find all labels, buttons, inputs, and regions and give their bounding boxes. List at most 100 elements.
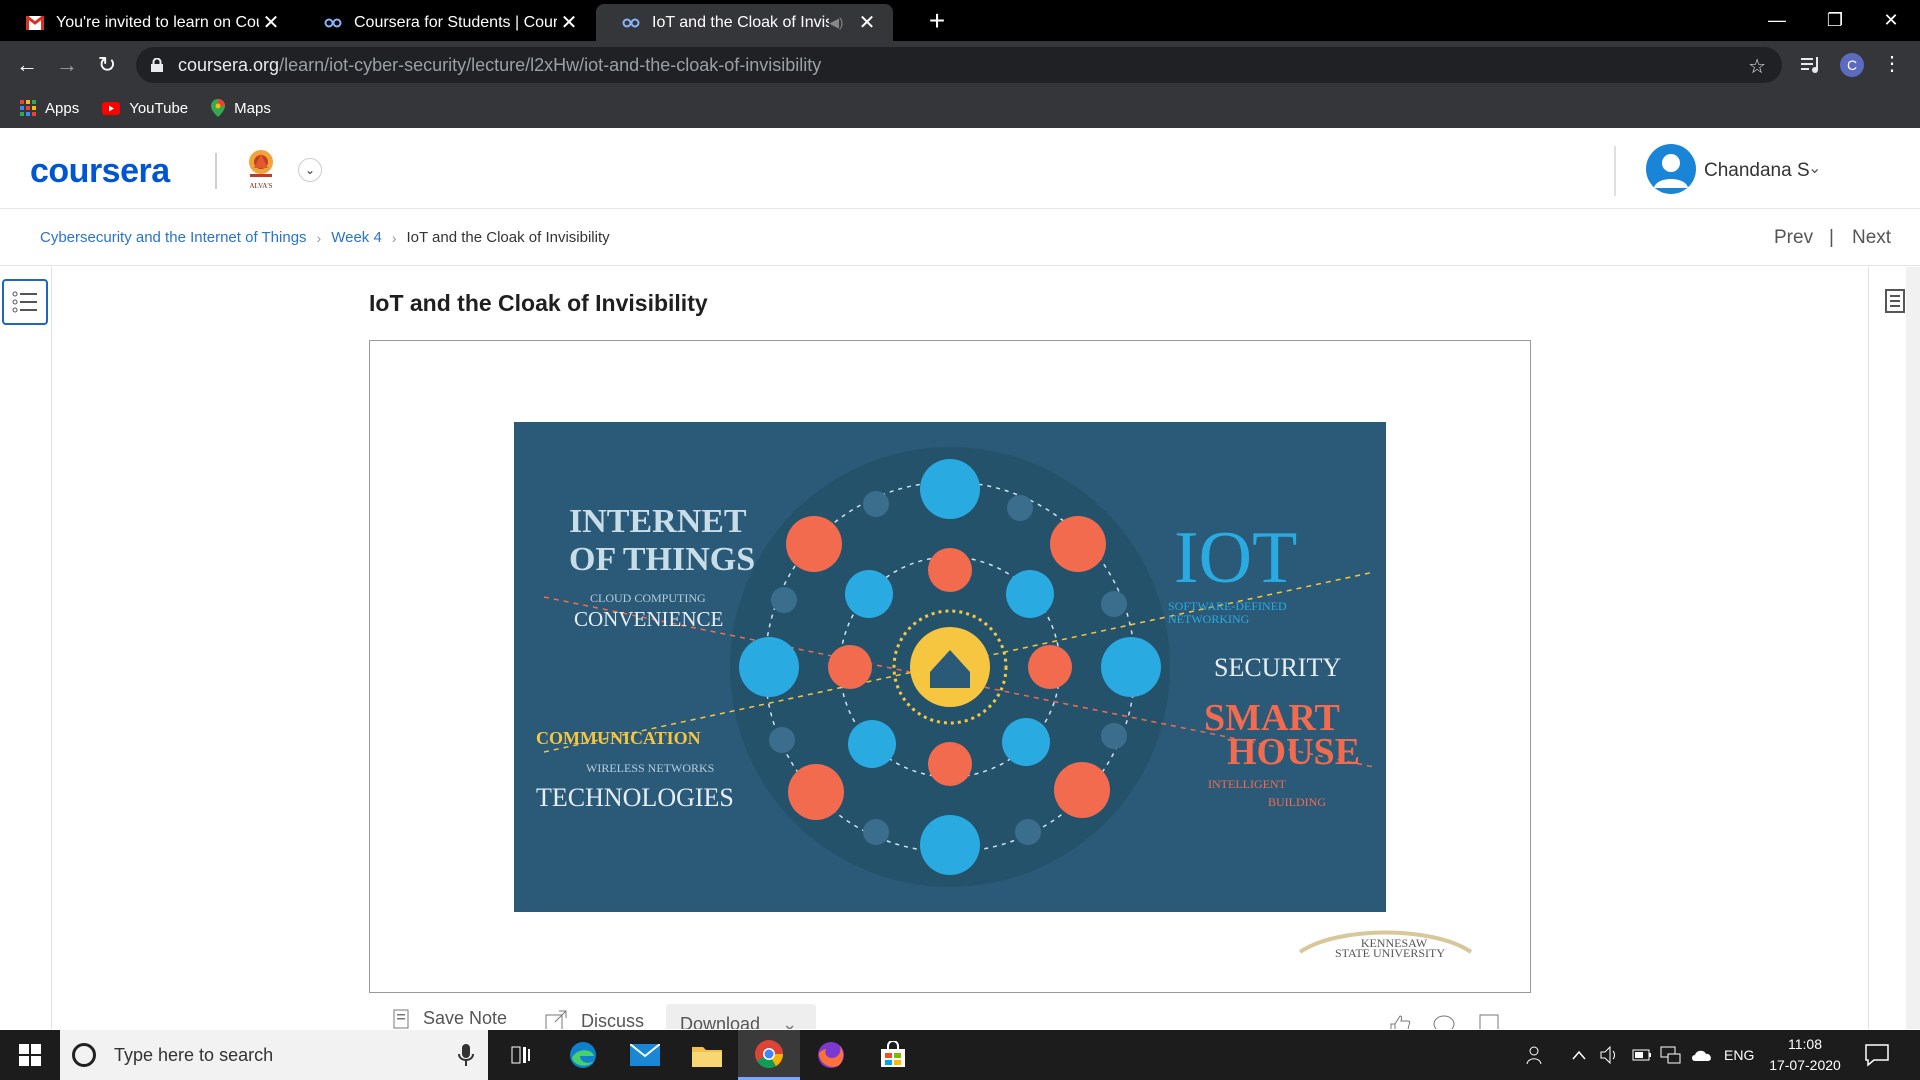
comment-icon[interactable] — [1433, 1014, 1455, 1029]
breadcrumb-course-link[interactable]: Cybersecurity and the Internet of Things — [40, 229, 307, 246]
slide-heading-internet: INTERNET — [569, 503, 747, 540]
bookmark-star-icon[interactable]: ☆ — [1748, 54, 1766, 79]
browser-tab-strip: You're invited to learn on Coursera ✕ Co… — [0, 0, 1920, 41]
windows-logo-icon — [19, 1044, 41, 1066]
close-tab-icon[interactable]: ✕ — [855, 11, 879, 35]
reload-icon[interactable]: ↻ — [92, 50, 122, 80]
back-icon[interactable]: ← — [12, 50, 42, 80]
discuss-button[interactable]: Discuss — [545, 1010, 644, 1029]
onedrive-cloud-icon[interactable] — [1690, 1030, 1714, 1080]
alvas-logo-icon[interactable]: ALVA'S — [240, 146, 282, 192]
watermark-line-2: STATE UNIVERSITY — [1335, 946, 1445, 960]
bookmark-apps[interactable]: Apps — [20, 100, 79, 117]
more-menu-icon[interactable]: ⋮ — [1882, 51, 1902, 77]
close-tab-icon[interactable]: ✕ — [259, 11, 283, 35]
microsoft-store-icon[interactable] — [862, 1030, 924, 1080]
breadcrumb-week-link[interactable]: Week 4 — [331, 229, 382, 246]
speaker-icon[interactable]: ◀) — [829, 15, 847, 31]
table-of-contents-button[interactable] — [2, 279, 48, 325]
task-view-icon[interactable] — [490, 1030, 552, 1080]
notes-icon[interactable] — [1885, 289, 1905, 313]
chevron-down-icon[interactable]: ⌄ — [1808, 158, 1821, 178]
breadcrumb-current: IoT and the Cloak of Invisibility — [406, 229, 610, 246]
page-scrollbar[interactable] — [1906, 267, 1920, 1029]
coursera-logo[interactable]: coursera — [30, 152, 170, 191]
minimize-icon[interactable]: — — [1748, 0, 1806, 41]
file-explorer-icon[interactable] — [676, 1030, 738, 1080]
slide-text-cloud-computing: CLOUD COMPUTING — [590, 591, 706, 605]
new-tab-button[interactable]: + — [922, 6, 952, 36]
restore-icon[interactable]: ❐ — [1806, 0, 1864, 41]
battery-icon[interactable] — [1632, 1030, 1652, 1080]
lock-icon — [151, 58, 163, 72]
taskbar-search-placeholder: Type here to search — [114, 1044, 274, 1065]
volume-icon[interactable] — [1600, 1030, 1620, 1080]
slide-text-iot: IOT — [1174, 517, 1297, 599]
microphone-icon[interactable] — [456, 1043, 476, 1067]
browser-tab-gmail[interactable]: You're invited to learn on Coursera ✕ — [0, 4, 297, 41]
system-clock[interactable]: 11:08 17-07-2020 — [1760, 1034, 1850, 1076]
url-path: /learn/iot-cyber-security/lecture/l2xHw/… — [279, 54, 822, 75]
site-header: coursera ALVA'S ⌄ Chandana S ⌄ — [0, 128, 1920, 209]
bookmark-maps[interactable]: Maps — [211, 99, 271, 117]
list-icon — [12, 291, 37, 313]
left-rail — [0, 267, 52, 1029]
save-note-label: Save Note — [423, 1008, 508, 1028]
close-window-icon[interactable]: ✕ — [1862, 0, 1920, 41]
breadcrumb-bar: Cybersecurity and the Internet of Things… — [0, 210, 1920, 266]
chrome-app-icon[interactable] — [738, 1030, 800, 1080]
slide-text-intelligent: INTELLIGENT — [1208, 777, 1287, 791]
close-tab-icon[interactable]: ✕ — [557, 11, 581, 35]
user-avatar[interactable] — [1646, 144, 1696, 194]
profile-avatar-button[interactable]: C — [1840, 53, 1864, 77]
slide-text-security: SECURITY — [1214, 653, 1341, 682]
edge-browser-icon[interactable] — [552, 1030, 614, 1080]
bookmark-label: Apps — [45, 99, 80, 117]
org-dropdown-button[interactable]: ⌄ — [298, 158, 322, 182]
clock-date: 17-07-2020 — [1769, 1057, 1841, 1073]
media-control-icon[interactable] — [1800, 54, 1822, 76]
flag-icon[interactable] — [1479, 1014, 1499, 1029]
notification-center-icon[interactable] — [1864, 1042, 1890, 1068]
lecture-actions-bar: Save Note Discuss Download ⌄ — [369, 1002, 1531, 1029]
forward-icon[interactable]: → — [52, 50, 82, 80]
slide-text-communication: COMMUNICATION — [536, 728, 701, 748]
chevron-down-icon: ⌄ — [782, 1013, 798, 1030]
url-host: coursera.org — [178, 54, 280, 75]
url-text: coursera.org/learn/iot-cyber-security/le… — [178, 55, 821, 76]
people-icon[interactable] — [1526, 1030, 1546, 1080]
youtube-icon — [102, 101, 121, 115]
slide-text-sdn-1: SOFTWARE-DEFINED — [1168, 599, 1287, 613]
chevron-right-icon: › — [316, 229, 322, 246]
save-note-button[interactable]: Save Note — [393, 1008, 507, 1029]
language-indicator[interactable]: ENG — [1724, 1030, 1754, 1080]
chevron-up-icon[interactable] — [1572, 1030, 1586, 1080]
bookmark-label: YouTube — [129, 99, 189, 117]
slide-text-wireless-networks: WIRELESS NETWORKS — [586, 761, 714, 775]
coursera-tab-icon — [324, 14, 342, 32]
network-icon[interactable] — [1660, 1030, 1682, 1080]
tab-title: Coursera for Students | Coursera — [354, 13, 557, 31]
slide-text-building: BUILDING — [1268, 795, 1326, 809]
address-bar[interactable]: coursera.org/learn/iot-cyber-security/le… — [136, 47, 1782, 83]
download-label: Download — [680, 1013, 761, 1030]
browser-tab-coursera-students[interactable]: Coursera for Students | Coursera ✕ — [298, 4, 595, 41]
mail-icon[interactable] — [614, 1030, 676, 1080]
next-link[interactable]: Next — [1852, 227, 1891, 249]
gmail-icon — [26, 14, 44, 32]
browser-toolbar: ← → ↻ coursera.org/learn/iot-cyber-secur… — [0, 41, 1920, 88]
taskbar-search[interactable]: Type here to search — [60, 1030, 488, 1080]
browser-tab-lecture[interactable]: IoT and the Cloak of Invisibility ◀) ✕ — [596, 4, 893, 41]
thumbs-up-icon[interactable] — [1389, 1014, 1411, 1029]
bookmark-youtube[interactable]: YouTube — [102, 100, 188, 117]
firefox-icon[interactable] — [800, 1030, 862, 1080]
download-dropdown[interactable]: Download ⌄ — [666, 1004, 816, 1029]
kennesaw-watermark: KENNESAW STATE UNIVERSITY — [1298, 930, 1473, 960]
windows-start-button[interactable] — [0, 1030, 60, 1080]
prev-link[interactable]: Prev — [1774, 227, 1813, 249]
external-link-icon — [545, 1010, 567, 1029]
user-name[interactable]: Chandana S — [1704, 160, 1810, 182]
slide-text-sdn-2: NETWORKING — [1168, 612, 1250, 626]
slide-text-convenience: CONVENIENCE — [574, 607, 723, 631]
maps-pin-icon — [211, 99, 226, 117]
